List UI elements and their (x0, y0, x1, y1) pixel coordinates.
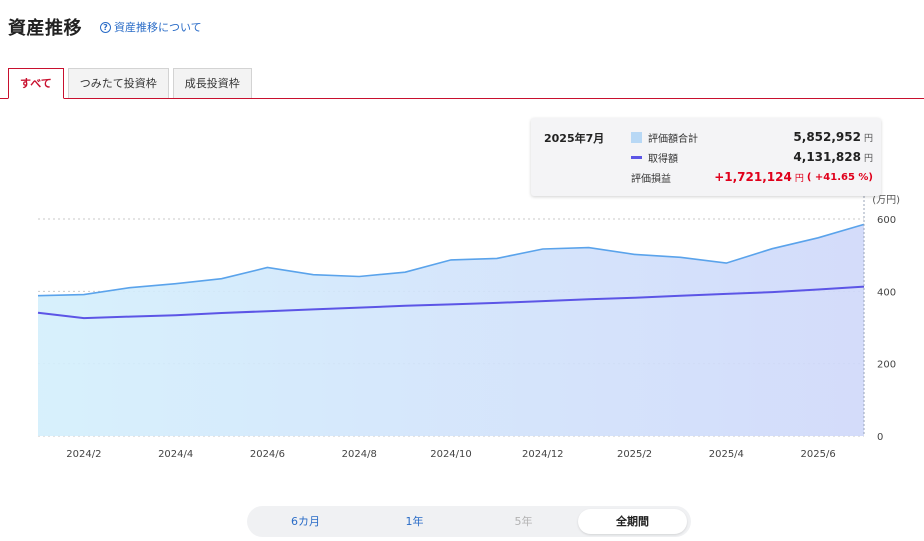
tooltip-date: 2025年7月 (544, 132, 605, 145)
valuation-legend-swatch (631, 131, 642, 143)
period-selector: 6カ月 1年 5年 全期間 (247, 506, 691, 537)
y-tick-label: 0 (877, 432, 883, 443)
tab-all[interactable]: すべて (8, 68, 64, 99)
tooltip-gain-pct: ( +41.65 %) (806, 171, 873, 183)
tooltip-gain-label: 評価損益 (631, 173, 671, 185)
tooltip-unit: 円 (863, 133, 873, 144)
y-tick-label: 200 (877, 360, 896, 371)
x-tick-label: 2024/4 (158, 449, 193, 460)
y-tick-label: 400 (877, 287, 896, 298)
tooltip-valuation-label: 評価額合計 (648, 133, 698, 145)
x-tick-label: 2024/6 (250, 449, 285, 460)
tooltip-valuation-value: 5,852,952 (793, 130, 861, 144)
x-tick-label: 2024/8 (342, 449, 377, 460)
x-tick-label: 2025/6 (801, 449, 836, 460)
tooltip-cost-row: 取得額 4,131,828 円 (631, 148, 873, 166)
x-tick-label: 2024/10 (430, 449, 472, 460)
valuation-area (38, 224, 864, 436)
x-tick-label: 2025/2 (617, 449, 652, 460)
tooltip-gain-value: +1,721,124 (714, 170, 792, 184)
tooltip-unit: 円 (794, 173, 804, 184)
y-unit-label: (万円) (872, 195, 900, 206)
asset-chart[interactable]: 2024/2 2024/4 2024/6 2024/8 2024/10 2024/12 20… (0, 0, 924, 500)
x-tick-label: 2024/12 (522, 449, 564, 460)
period-all-button[interactable]: 全期間 (578, 509, 687, 534)
tooltip-cost-label: 取得額 (648, 153, 678, 165)
tooltip-valuation-row: 評価額合計 5,852,952 円 (631, 128, 873, 146)
x-tick-label: 2025/4 (709, 449, 744, 460)
tooltip-unit: 円 (863, 153, 873, 164)
x-tick-label: 2024/2 (66, 449, 101, 460)
y-tick-label: 600 (877, 215, 896, 226)
tooltip-cost-value: 4,131,828 (793, 150, 861, 164)
tooltip-gain-row: 評価損益 +1,721,124 円 ( +41.65 %) (631, 168, 873, 186)
period-1-year-button[interactable]: 1年 (360, 509, 469, 534)
period-6-months-button[interactable]: 6カ月 (251, 509, 360, 534)
period-5-years-button: 5年 (514, 515, 533, 528)
chart-tooltip: 2025年7月 評価額合計 5,852,952 円 取得額 4,131,828 … (531, 118, 881, 196)
cost-legend-swatch (631, 155, 642, 159)
